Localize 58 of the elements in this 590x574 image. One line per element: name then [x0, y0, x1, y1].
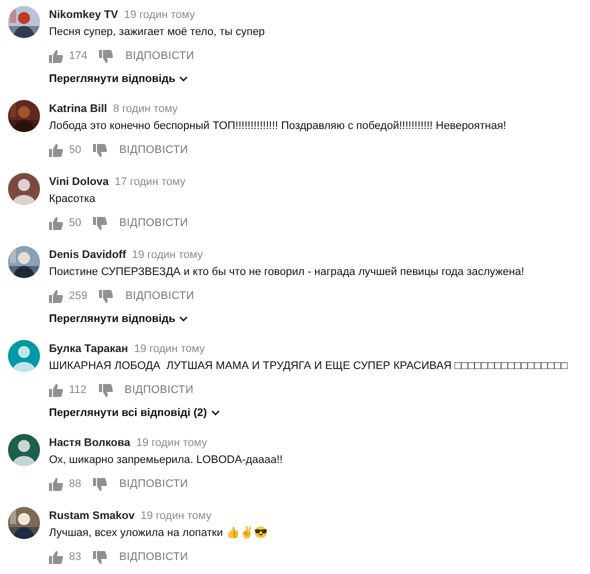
thumbs-down-icon[interactable]	[98, 384, 113, 396]
thumbs-down-icon[interactable]	[99, 50, 114, 62]
thumbs-down-icon[interactable]	[93, 550, 108, 564]
reply-button[interactable]: ВІДПОВІСТИ	[125, 290, 194, 302]
avatar-icon[interactable]	[8, 173, 40, 205]
thumbs-up-icon[interactable]	[49, 50, 63, 62]
author-name[interactable]: Настя Волкова	[49, 436, 130, 450]
reply-button[interactable]: ВІДПОВІСТИ	[124, 384, 194, 396]
like-count: 259	[69, 290, 88, 302]
comment-time[interactable]: 19 годин тому	[134, 342, 205, 356]
author-name[interactable]: Rustam Smakov	[49, 509, 135, 523]
like-count: 83	[69, 551, 82, 563]
like-count: 174	[69, 50, 88, 62]
reply-button[interactable]: ВІДПОВІСТИ	[125, 50, 194, 62]
comment-text: Лобода это конечно беспорный ТОП!!!!!!!!!!!!!! Поздравляю с победой!!!!!!!!!!! Невероятная!	[49, 119, 506, 134]
chevron-down-icon[interactable]	[179, 76, 188, 82]
like-count: 50	[69, 217, 82, 229]
author-name[interactable]: Vini Dolova	[49, 175, 109, 189]
comment-text: Поистине СУПЕРЗВЕЗДА и кто бы что не говорил - награда лучшей певицы года заслужена!	[49, 265, 524, 280]
chevron-down-icon[interactable]	[179, 316, 188, 322]
thumbs-down-icon[interactable]	[99, 290, 114, 302]
reply-button[interactable]: ВІДПОВІСТИ	[119, 217, 188, 229]
thumbs-up-icon[interactable]	[49, 290, 63, 302]
avatar-icon[interactable]	[8, 340, 40, 372]
reply-button[interactable]: ВІДПОВІСТИ	[119, 144, 188, 156]
avatar-icon[interactable]	[8, 434, 40, 466]
thumbs-down-icon[interactable]	[93, 144, 108, 156]
author-name[interactable]: Булка Таракан	[49, 342, 128, 356]
comment-text: Красотка	[49, 192, 96, 207]
comment-time[interactable]: 17 годин тому	[114, 175, 186, 189]
comment-time[interactable]: 19 годин тому	[132, 248, 203, 262]
thumbs-up-icon[interactable]	[49, 216, 63, 230]
view-replies-button[interactable]: Переглянути всі відповіді (2)	[49, 407, 220, 419]
thumbs-down-icon[interactable]	[93, 478, 108, 490]
author-name[interactable]: Nikomkey TV	[49, 8, 118, 22]
comment-text: ШИКАРНАЯ ЛОБОДА ЛУТШАЯ МАМА И ТРУДЯГА И ЕЩЕ СУПЕР КРАСИВАЯ □□□□□□□□□□□□□□□□□	[49, 359, 568, 374]
comment-text: Песня супер, зажигает моё тело, ты супер	[49, 25, 265, 40]
thumbs-up-icon[interactable]	[49, 550, 63, 564]
like-count: 88	[69, 478, 82, 490]
like-count: 112	[69, 384, 87, 396]
comment-time[interactable]: 19 годин тому	[140, 509, 212, 523]
view-replies-button[interactable]: Переглянути відповідь	[49, 73, 188, 85]
thumbs-up-icon[interactable]	[49, 478, 63, 490]
author-name[interactable]: Denis Davidoff	[49, 248, 126, 262]
comment-text: Ох, шикарно запремьерила. LOBODA-даааа!!	[49, 453, 283, 468]
comment-time[interactable]: 8 годин тому	[113, 102, 178, 116]
thumbs-up-icon[interactable]	[49, 144, 63, 156]
view-replies-button[interactable]: Переглянути відповідь	[49, 313, 188, 325]
reply-button[interactable]: ВІДПОВІСТИ	[119, 551, 188, 563]
thumbs-down-icon[interactable]	[93, 216, 108, 230]
thumbs-up-icon[interactable]	[49, 384, 63, 396]
comment-text: Лучшая, всех уложила на лопатки 👍✌😎	[49, 526, 268, 541]
reply-button[interactable]: ВІДПОВІСТИ	[119, 478, 188, 490]
chevron-down-icon[interactable]	[210, 410, 220, 416]
comment-time[interactable]: 19 годин тому	[124, 8, 195, 22]
comment-time[interactable]: 19 годин тому	[136, 436, 208, 450]
like-count: 50	[69, 144, 82, 156]
author-name[interactable]: Katrina Bill	[49, 102, 108, 116]
